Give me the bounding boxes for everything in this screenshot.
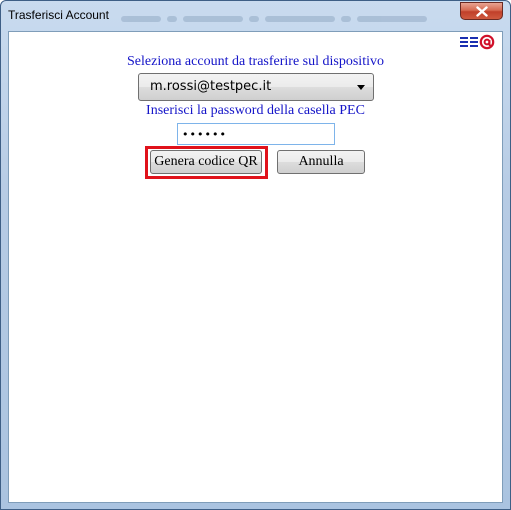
dialog-content: Seleziona account da trasferire sul disp… (8, 31, 503, 503)
pec-mail-logo-icon (460, 34, 495, 50)
password-prompt-label: Inserisci la password della casella PEC (146, 103, 365, 118)
account-prompt-label: Seleziona account da trasferire sul disp… (127, 54, 384, 69)
dialog-window: Trasferisci Account Seleziona account da… (0, 0, 511, 510)
account-select[interactable]: m.rossi@testpec.it (138, 73, 374, 101)
close-button[interactable] (460, 2, 503, 20)
close-icon (476, 6, 488, 17)
cancel-button[interactable]: Annulla (277, 150, 365, 174)
chevron-down-icon (357, 85, 365, 90)
background-window-blur (121, 9, 481, 23)
password-field[interactable] (177, 123, 335, 145)
account-select-value: m.rossi@testpec.it (150, 79, 272, 94)
title-bar[interactable]: Trasferisci Account (1, 1, 510, 31)
window-title: Trasferisci Account (8, 8, 109, 22)
generate-qr-button[interactable]: Genera codice QR (150, 150, 262, 174)
